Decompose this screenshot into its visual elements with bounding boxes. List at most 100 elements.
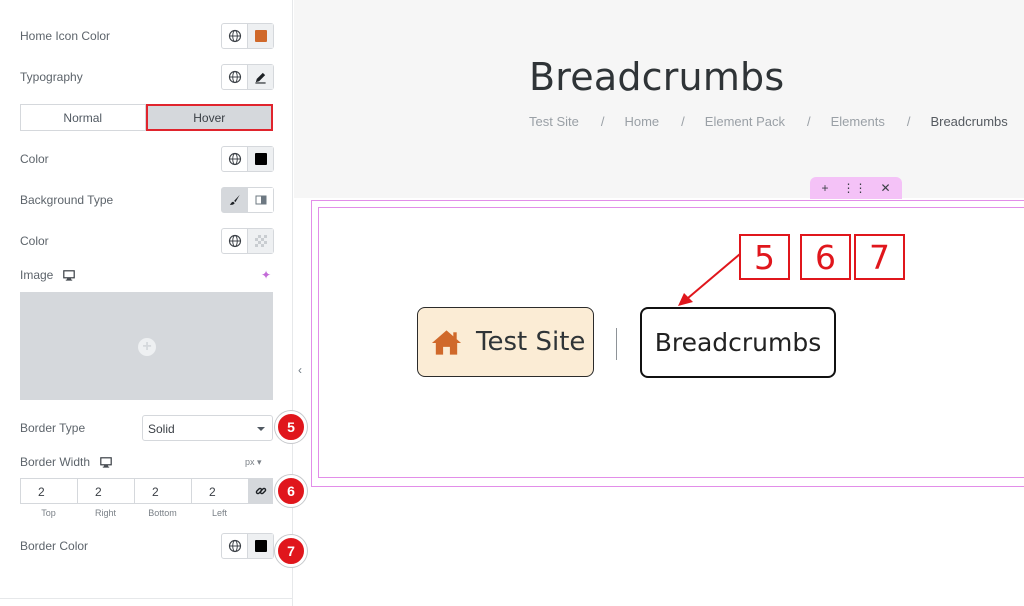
page-header: Breadcrumbs Test Site / Home / Element P… — [294, 0, 1024, 198]
border-color-controls — [221, 533, 274, 559]
color-controls — [221, 146, 274, 172]
typography-label: Typography — [20, 70, 83, 84]
breadcrumb-home-item[interactable]: Test Site — [417, 307, 594, 377]
pencil-icon — [255, 72, 266, 84]
transparent-swatch — [254, 235, 267, 247]
breadcrumb-current: Breadcrumbs — [930, 114, 1008, 129]
image-label: Image — [20, 268, 54, 282]
border-color-control: Border Color — [20, 533, 274, 559]
background-color-control: Color — [20, 228, 274, 254]
border-type-label: Border Type — [20, 421, 86, 435]
caption-right: Right — [94, 508, 116, 518]
drag-handle-icon[interactable]: ⋮⋮ — [842, 181, 866, 195]
breadcrumb-divider — [616, 328, 617, 360]
bg-classic-button[interactable] — [222, 188, 247, 212]
border-color-picker[interactable] — [247, 534, 273, 558]
background-type-control: Background Type — [20, 187, 274, 213]
color-swatch — [254, 540, 267, 552]
global-colors-button[interactable] — [222, 24, 247, 48]
section-handle: + ⋮⋮ ✕ — [810, 177, 902, 199]
color-picker[interactable] — [247, 147, 273, 171]
global-typography-button[interactable] — [222, 65, 247, 89]
bg-gradient-button[interactable] — [247, 188, 273, 212]
globe-icon — [228, 234, 241, 248]
edit-typography-button[interactable] — [247, 65, 273, 89]
breadcrumb-item[interactable]: Home — [624, 114, 659, 129]
step-marker-6: 6 — [275, 475, 307, 507]
breadcrumb-item[interactable]: Elements — [831, 114, 885, 129]
sparkle-ai-icon[interactable]: ✦ — [261, 268, 271, 282]
gradient-icon — [255, 195, 266, 205]
image-control-label: Image — [20, 268, 76, 282]
caption-left: Left — [211, 508, 227, 518]
caption-bottom: Bottom — [148, 508, 177, 518]
border-color-label: Border Color — [20, 539, 89, 553]
step-marker-7: 7 — [275, 535, 307, 567]
breadcrumb-item[interactable]: Test Site — [529, 114, 579, 129]
border-width-label: Border Width — [20, 455, 91, 469]
border-width-top-input[interactable]: 2 — [21, 479, 78, 503]
border-type-value: Solid — [148, 422, 175, 436]
callout-7: 7 — [854, 234, 905, 280]
breadcrumb-separator: / — [807, 114, 811, 129]
settings-panel: Home Icon Color Typography Normal Hover … — [0, 0, 293, 606]
globe-icon — [228, 539, 241, 553]
home-icon — [431, 330, 462, 355]
home-icon-color-label: Home Icon Color — [20, 29, 111, 43]
breadcrumb: Test Site / Home / Element Pack / Elemen… — [529, 114, 1008, 129]
caption-top: Top — [41, 508, 56, 518]
breadcrumb-item[interactable]: Element Pack — [705, 114, 785, 129]
desktop-icon[interactable] — [100, 456, 112, 468]
background-type-choices — [221, 187, 274, 213]
background-color-controls — [221, 228, 274, 254]
home-icon-color-controls — [221, 23, 274, 49]
add-section-icon[interactable]: + — [821, 181, 828, 195]
tab-hover[interactable]: Hover — [145, 104, 273, 131]
global-colors-button[interactable] — [222, 229, 247, 253]
chevron-down-icon — [257, 427, 265, 431]
typography-controls — [221, 64, 274, 90]
callout-arrow — [678, 253, 741, 306]
state-tabs: Normal Hover — [20, 104, 273, 131]
border-width-right-input[interactable]: 2 — [78, 479, 135, 503]
close-icon[interactable]: ✕ — [880, 181, 890, 195]
image-chooser[interactable]: + — [20, 292, 273, 400]
background-type-label: Background Type — [20, 193, 114, 207]
tab-normal[interactable]: Normal — [20, 104, 146, 131]
chevron-left-icon: ‹ — [298, 363, 302, 377]
plus-icon[interactable]: + — [138, 338, 156, 356]
home-icon-color-picker[interactable] — [247, 24, 273, 48]
border-type-select[interactable]: Solid — [142, 415, 273, 441]
home-icon-color-control: Home Icon Color — [20, 23, 274, 49]
desktop-icon[interactable] — [63, 269, 76, 281]
callout-6: 6 — [800, 234, 851, 280]
border-width-control-label: Border Width — [20, 455, 112, 469]
collapse-panel-button[interactable]: ‹ — [293, 360, 307, 380]
global-colors-button[interactable] — [222, 147, 247, 171]
breadcrumb-separator: / — [681, 114, 685, 129]
color-swatch — [254, 153, 267, 165]
globe-icon — [228, 152, 241, 166]
color-label: Color — [20, 152, 49, 166]
panel-divider — [0, 598, 293, 599]
unit-selector[interactable]: px ▾ — [245, 457, 262, 468]
global-colors-button[interactable] — [222, 534, 247, 558]
background-color-picker[interactable] — [247, 229, 273, 253]
breadcrumb-separator: / — [600, 114, 605, 129]
color-control: Color — [20, 146, 274, 172]
color-swatch — [254, 30, 267, 42]
unit-value: px — [245, 457, 255, 467]
border-width-left-input[interactable]: 2 — [192, 479, 249, 503]
link-icon — [255, 487, 266, 495]
globe-icon — [228, 70, 241, 84]
breadcrumb-separator: / — [906, 114, 911, 129]
link-values-button[interactable] — [249, 479, 272, 503]
brush-icon — [229, 194, 240, 205]
breadcrumb-home-label: Test Site — [476, 327, 586, 357]
background-color-label: Color — [20, 234, 49, 248]
page-title: Breadcrumbs — [529, 55, 785, 99]
globe-icon — [228, 29, 241, 43]
border-width-inputs: 2 2 2 2 — [20, 478, 273, 504]
step-marker-5: 5 — [275, 411, 307, 443]
border-width-bottom-input[interactable]: 2 — [135, 479, 192, 503]
